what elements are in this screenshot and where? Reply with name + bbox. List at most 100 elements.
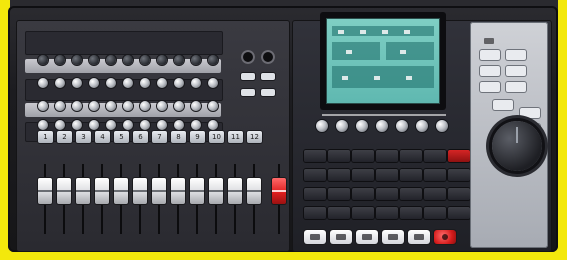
track-button[interactable]: 11 — [228, 131, 243, 143]
fader-icon[interactable] — [114, 178, 128, 204]
knob-icon[interactable] — [55, 120, 65, 130]
knob-icon[interactable] — [191, 101, 201, 111]
record-button-icon[interactable] — [434, 230, 456, 244]
knob-icon[interactable] — [174, 55, 184, 65]
knob-icon[interactable] — [89, 120, 99, 130]
function-button[interactable] — [304, 150, 326, 162]
fader-icon[interactable] — [190, 178, 204, 204]
knob-icon[interactable] — [89, 78, 99, 88]
knob-icon[interactable] — [123, 120, 133, 130]
fader-icon[interactable] — [152, 178, 166, 204]
function-button[interactable] — [376, 207, 398, 219]
track-button[interactable]: 4 — [95, 131, 110, 143]
knob-icon[interactable] — [38, 120, 48, 130]
fader-icon[interactable] — [76, 178, 90, 204]
utility-button[interactable] — [241, 89, 255, 96]
knob-icon[interactable] — [157, 120, 167, 130]
function-button[interactable] — [400, 207, 422, 219]
fader-icon[interactable] — [95, 178, 109, 204]
function-button[interactable] — [400, 150, 422, 162]
function-button[interactable] — [424, 207, 446, 219]
knob-icon[interactable] — [106, 55, 116, 65]
nav-key[interactable] — [480, 66, 500, 76]
knob-icon[interactable] — [38, 55, 48, 65]
encoder-knob-icon[interactable] — [336, 120, 348, 132]
fader-icon[interactable] — [38, 178, 52, 204]
nav-key[interactable] — [493, 100, 513, 110]
track-button[interactable]: 6 — [133, 131, 148, 143]
track-button[interactable]: 3 — [76, 131, 91, 143]
function-button[interactable] — [376, 150, 398, 162]
nav-key[interactable] — [480, 82, 500, 92]
function-button[interactable] — [328, 207, 350, 219]
knob-icon[interactable] — [208, 55, 218, 65]
track-button[interactable]: 12 — [247, 131, 262, 143]
encoder-knob-icon[interactable] — [416, 120, 428, 132]
encoder-knob-icon[interactable] — [356, 120, 368, 132]
function-button[interactable] — [424, 169, 446, 181]
track-button[interactable]: 8 — [171, 131, 186, 143]
function-button[interactable] — [424, 150, 446, 162]
knob-icon[interactable] — [38, 78, 48, 88]
knob-icon[interactable] — [89, 55, 99, 65]
function-button[interactable] — [424, 188, 446, 200]
knob-icon[interactable] — [208, 120, 218, 130]
function-button[interactable] — [328, 150, 350, 162]
knob-icon[interactable] — [191, 120, 201, 130]
jog-dial-icon[interactable] — [492, 121, 542, 171]
nav-key[interactable] — [506, 50, 526, 60]
fader-icon[interactable] — [228, 178, 242, 204]
fader-icon[interactable] — [247, 178, 261, 204]
track-button[interactable]: 5 — [114, 131, 129, 143]
function-button[interactable] — [304, 169, 326, 181]
utility-button[interactable] — [261, 73, 275, 80]
function-button[interactable] — [352, 169, 374, 181]
function-button[interactable] — [304, 188, 326, 200]
function-button[interactable] — [448, 150, 470, 162]
knob-icon[interactable] — [191, 78, 201, 88]
fader-icon[interactable] — [57, 178, 71, 204]
knob-icon[interactable] — [55, 55, 65, 65]
function-button[interactable] — [376, 188, 398, 200]
nav-key[interactable] — [520, 108, 540, 118]
knob-icon[interactable] — [157, 78, 167, 88]
function-button[interactable] — [352, 207, 374, 219]
fader-icon[interactable] — [133, 178, 147, 204]
knob-icon[interactable] — [106, 78, 116, 88]
transport-button-icon[interactable] — [408, 230, 430, 244]
transport-button-icon[interactable] — [330, 230, 352, 244]
knob-icon[interactable] — [38, 101, 48, 111]
knob-icon[interactable] — [174, 78, 184, 88]
knob-icon[interactable] — [140, 101, 150, 111]
knob-icon[interactable] — [89, 101, 99, 111]
master-fader-icon[interactable] — [272, 178, 286, 204]
encoder-knob-icon[interactable] — [316, 120, 328, 132]
function-button[interactable] — [352, 150, 374, 162]
function-button[interactable] — [328, 188, 350, 200]
function-button[interactable] — [328, 169, 350, 181]
track-button[interactable]: 7 — [152, 131, 167, 143]
function-button[interactable] — [352, 188, 374, 200]
knob-icon[interactable] — [123, 55, 133, 65]
track-button[interactable]: 10 — [209, 131, 224, 143]
nav-key[interactable] — [506, 66, 526, 76]
encoder-knob-icon[interactable] — [376, 120, 388, 132]
knob-icon[interactable] — [140, 78, 150, 88]
utility-button[interactable] — [241, 73, 255, 80]
knob-icon[interactable] — [174, 120, 184, 130]
knob-icon[interactable] — [106, 101, 116, 111]
knob-icon[interactable] — [72, 120, 82, 130]
track-button[interactable]: 9 — [190, 131, 205, 143]
fader-icon[interactable] — [209, 178, 223, 204]
function-button[interactable] — [304, 207, 326, 219]
function-button[interactable] — [400, 188, 422, 200]
knob-icon[interactable] — [72, 101, 82, 111]
knob-icon[interactable] — [123, 78, 133, 88]
fader-icon[interactable] — [171, 178, 185, 204]
function-button[interactable] — [448, 207, 470, 219]
function-button[interactable] — [448, 188, 470, 200]
function-button[interactable] — [376, 169, 398, 181]
knob-icon[interactable] — [72, 55, 82, 65]
knob-icon[interactable] — [140, 120, 150, 130]
nav-key[interactable] — [480, 50, 500, 60]
